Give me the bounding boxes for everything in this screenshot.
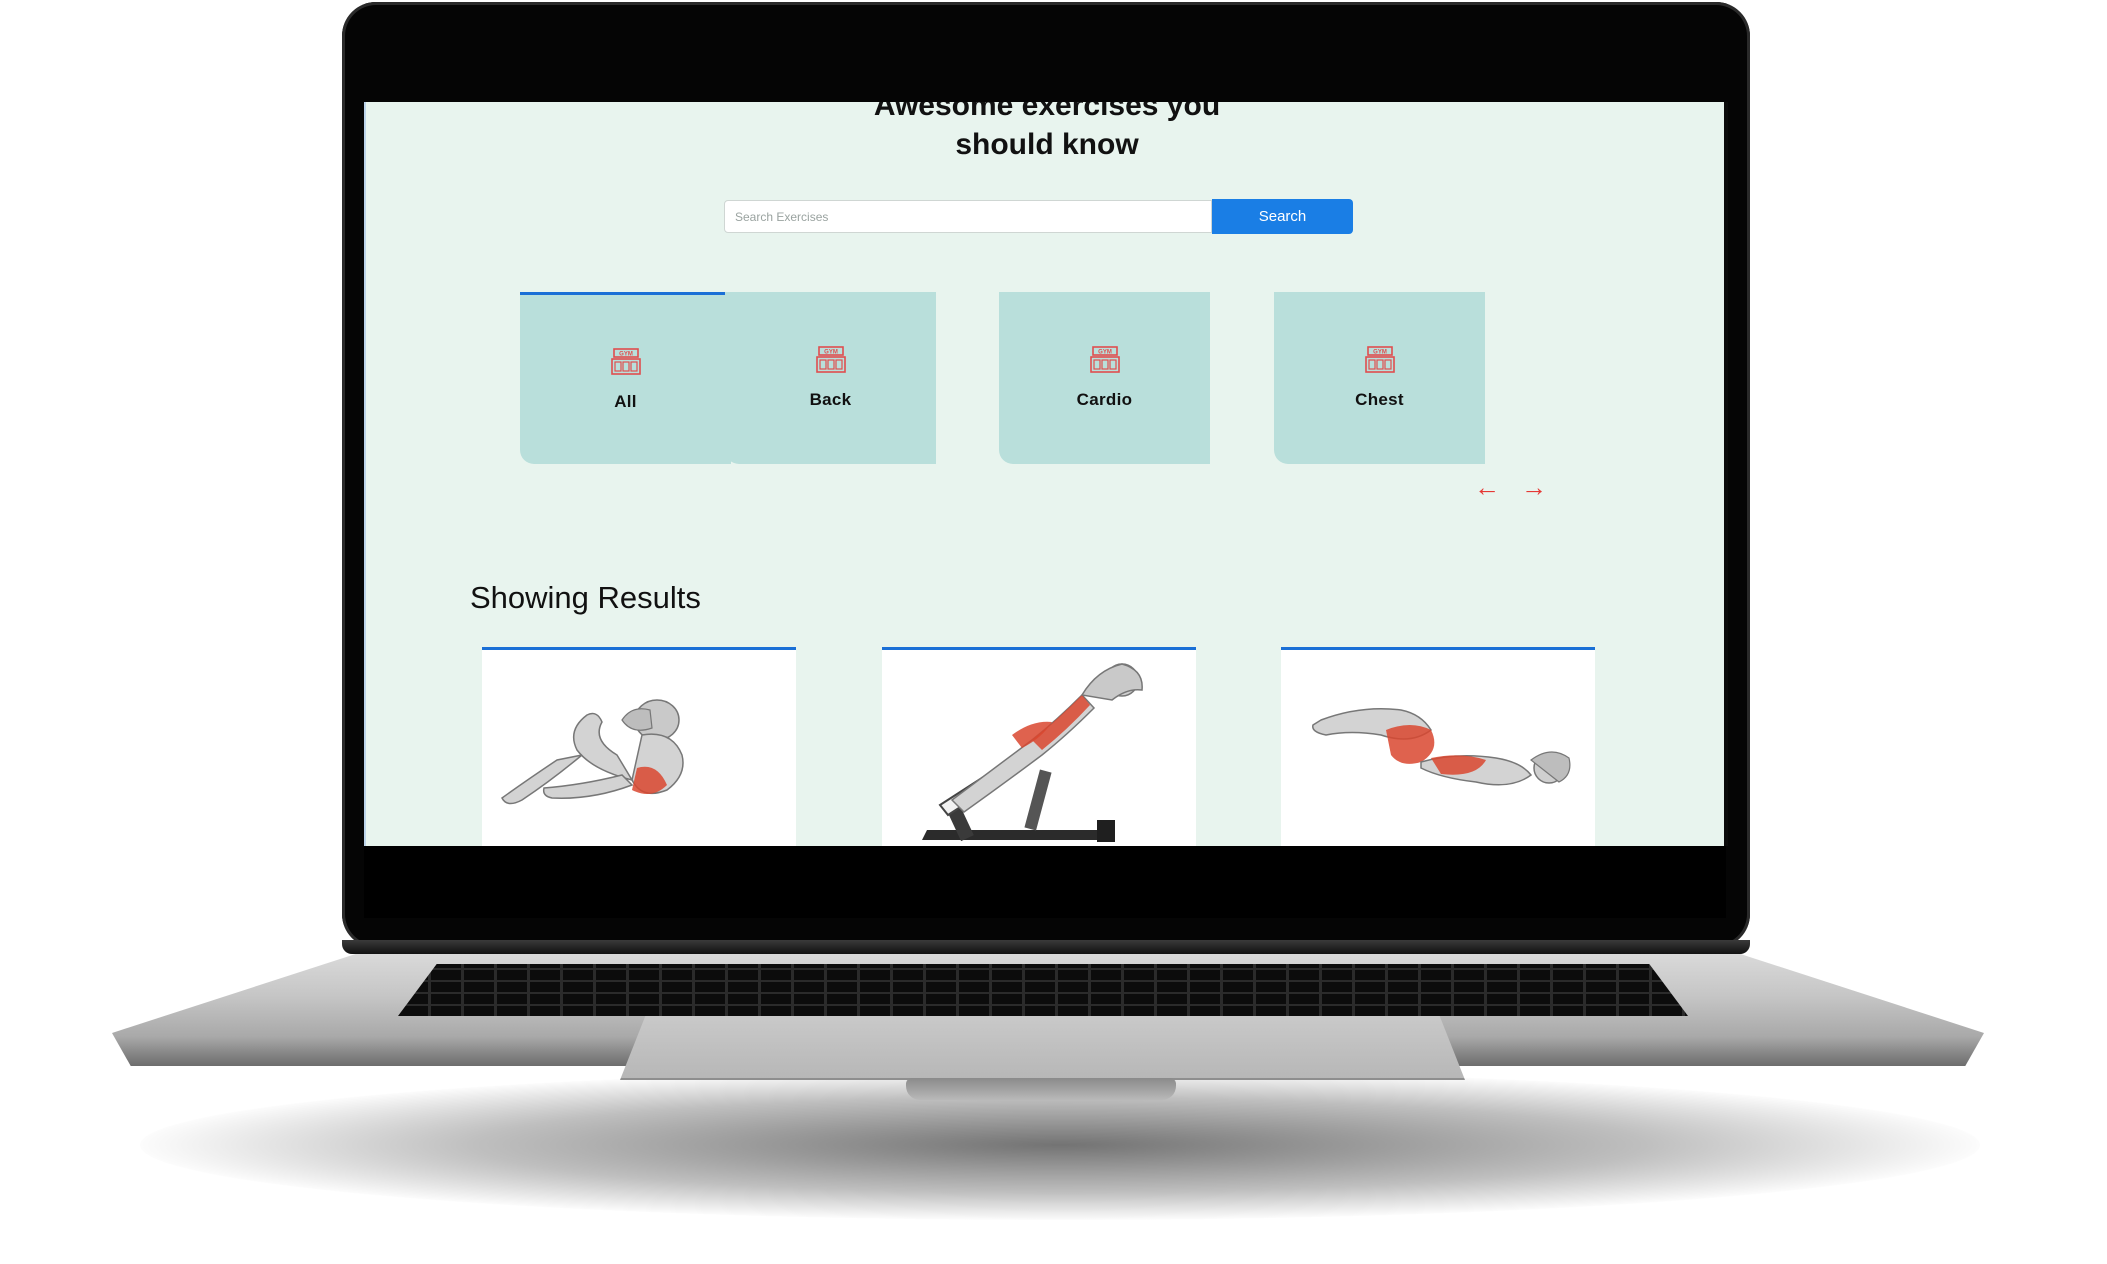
- search-bar: Search: [724, 199, 1353, 235]
- back-extension-bench-illustration: [922, 663, 1143, 842]
- search-input[interactable]: [724, 200, 1212, 233]
- keyboard: [398, 964, 1688, 1016]
- search-button[interactable]: Search: [1212, 199, 1353, 234]
- svg-text:GYM: GYM: [619, 351, 633, 357]
- results-heading: Showing Results: [470, 580, 701, 615]
- hero-title: Awesome exercises you should know: [366, 102, 1728, 164]
- hero-title-line-2: should know: [955, 128, 1139, 161]
- laptop-hinge: [342, 940, 1750, 954]
- category-card-chest[interactable]: GYM Chest: [1274, 292, 1485, 464]
- exercise-card[interactable]: [882, 647, 1196, 846]
- category-card-cardio[interactable]: GYM Cardio: [999, 292, 1210, 464]
- crunch-exercise-illustration: [501, 699, 684, 805]
- svg-text:GYM: GYM: [1098, 350, 1112, 356]
- gym-icon: GYM: [815, 346, 846, 373]
- svg-text:GYM: GYM: [1373, 350, 1387, 356]
- gym-icon: GYM: [1364, 346, 1395, 373]
- exercise-card[interactable]: [482, 647, 796, 846]
- exercise-card[interactable]: [1281, 647, 1595, 846]
- trackpad: [620, 1016, 1465, 1080]
- gym-icon: GYM: [1089, 346, 1120, 373]
- category-card-all[interactable]: GYM All: [520, 292, 731, 464]
- app-screen: Awesome exercises you should know Search…: [364, 102, 1728, 846]
- svg-text:GYM: GYM: [824, 350, 838, 356]
- laptop-front-notch: [906, 1078, 1176, 1100]
- hero-title-line-1: Awesome exercises you: [873, 102, 1221, 122]
- category-label: Back: [809, 390, 852, 409]
- category-label: Cardio: [1076, 390, 1133, 409]
- category-label: Chest: [1355, 390, 1404, 409]
- screen-right-edge: [1724, 102, 1728, 846]
- screen-bezel-bottom: [364, 846, 1726, 918]
- left-arrow-icon[interactable]: ←: [1474, 474, 1500, 500]
- category-card-back[interactable]: GYM Back: [725, 292, 936, 464]
- right-arrow-icon[interactable]: →: [1521, 474, 1547, 500]
- leg-raise-crunch-illustration: [1312, 708, 1571, 786]
- category-label: All: [614, 391, 637, 411]
- gym-icon: GYM: [610, 347, 641, 375]
